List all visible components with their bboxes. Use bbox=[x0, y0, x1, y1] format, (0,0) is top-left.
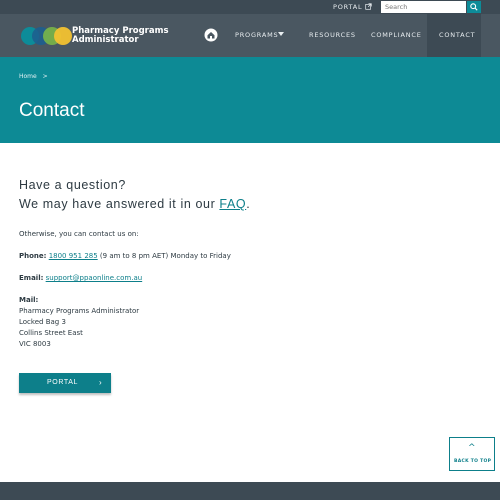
question-line-2: We may have answered it in our FAQ. bbox=[19, 195, 250, 214]
mail-line: Collins Street East bbox=[19, 329, 83, 337]
page-title: Contact bbox=[19, 100, 85, 121]
question-line-2-suffix: . bbox=[246, 197, 251, 211]
phone-link[interactable]: 1800 951 285 bbox=[49, 252, 98, 260]
nav-resources[interactable]: RESOURCES bbox=[309, 31, 356, 39]
footer bbox=[0, 482, 500, 500]
mail-line: VIC 8003 bbox=[19, 340, 51, 348]
mail-line: Pharmacy Programs Administrator bbox=[19, 307, 140, 315]
breadcrumb-separator: > bbox=[42, 73, 48, 80]
portal-button-label: PORTAL bbox=[47, 379, 78, 386]
email-line: Email: support@ppaonline.com.au bbox=[19, 273, 142, 284]
portal-button[interactable]: PORTAL › bbox=[19, 373, 111, 393]
nav-contact[interactable]: CONTACT bbox=[439, 31, 475, 39]
question-line-1: Have a question? bbox=[19, 178, 126, 192]
question-line-2-prefix: We may have answered it in our bbox=[19, 197, 220, 211]
phone-line: Phone: 1800 951 285 (9 am to 8 pm AET) M… bbox=[19, 251, 231, 262]
search-button[interactable] bbox=[467, 1, 481, 13]
email-label: Email: bbox=[19, 274, 44, 282]
nav-programs[interactable]: PROGRAMS bbox=[235, 31, 278, 39]
back-to-top-button[interactable]: ^ BACK TO TOP bbox=[449, 437, 495, 471]
search-icon bbox=[470, 3, 478, 11]
phone-label: Phone: bbox=[19, 252, 47, 260]
nav-compliance[interactable]: COMPLIANCE bbox=[371, 31, 422, 39]
phone-hours: (9 am to 8 pm AET) Monday to Friday bbox=[97, 252, 231, 260]
question-heading: Have a question? We may have answered it… bbox=[19, 176, 250, 214]
ppa-logo[interactable] bbox=[19, 25, 74, 47]
breadcrumb: Home > bbox=[19, 73, 48, 80]
search-input[interactable] bbox=[381, 1, 466, 13]
portal-top-link[interactable]: PORTAL bbox=[333, 3, 362, 11]
chevron-right-icon: › bbox=[99, 378, 103, 387]
email-link[interactable]: support@ppaonline.com.au bbox=[46, 274, 143, 282]
mail-label: Mail: bbox=[19, 296, 39, 304]
external-link-icon bbox=[365, 3, 372, 10]
mail-line: Locked Bag 3 bbox=[19, 318, 66, 326]
home-icon[interactable] bbox=[204, 28, 218, 42]
brand-name[interactable]: Pharmacy Programs Administrator bbox=[72, 27, 169, 45]
chevron-down-icon bbox=[278, 32, 284, 36]
otherwise-text: Otherwise, you can contact us on: bbox=[19, 230, 139, 238]
brand-line-2: Administrator bbox=[72, 35, 139, 45]
mail-block: Mail: Pharmacy Programs Administrator Lo… bbox=[19, 295, 139, 350]
chevron-up-icon: ^ bbox=[468, 443, 476, 453]
back-to-top-label: BACK TO TOP bbox=[454, 459, 492, 464]
breadcrumb-home[interactable]: Home bbox=[19, 73, 37, 80]
faq-link[interactable]: FAQ bbox=[219, 197, 246, 211]
